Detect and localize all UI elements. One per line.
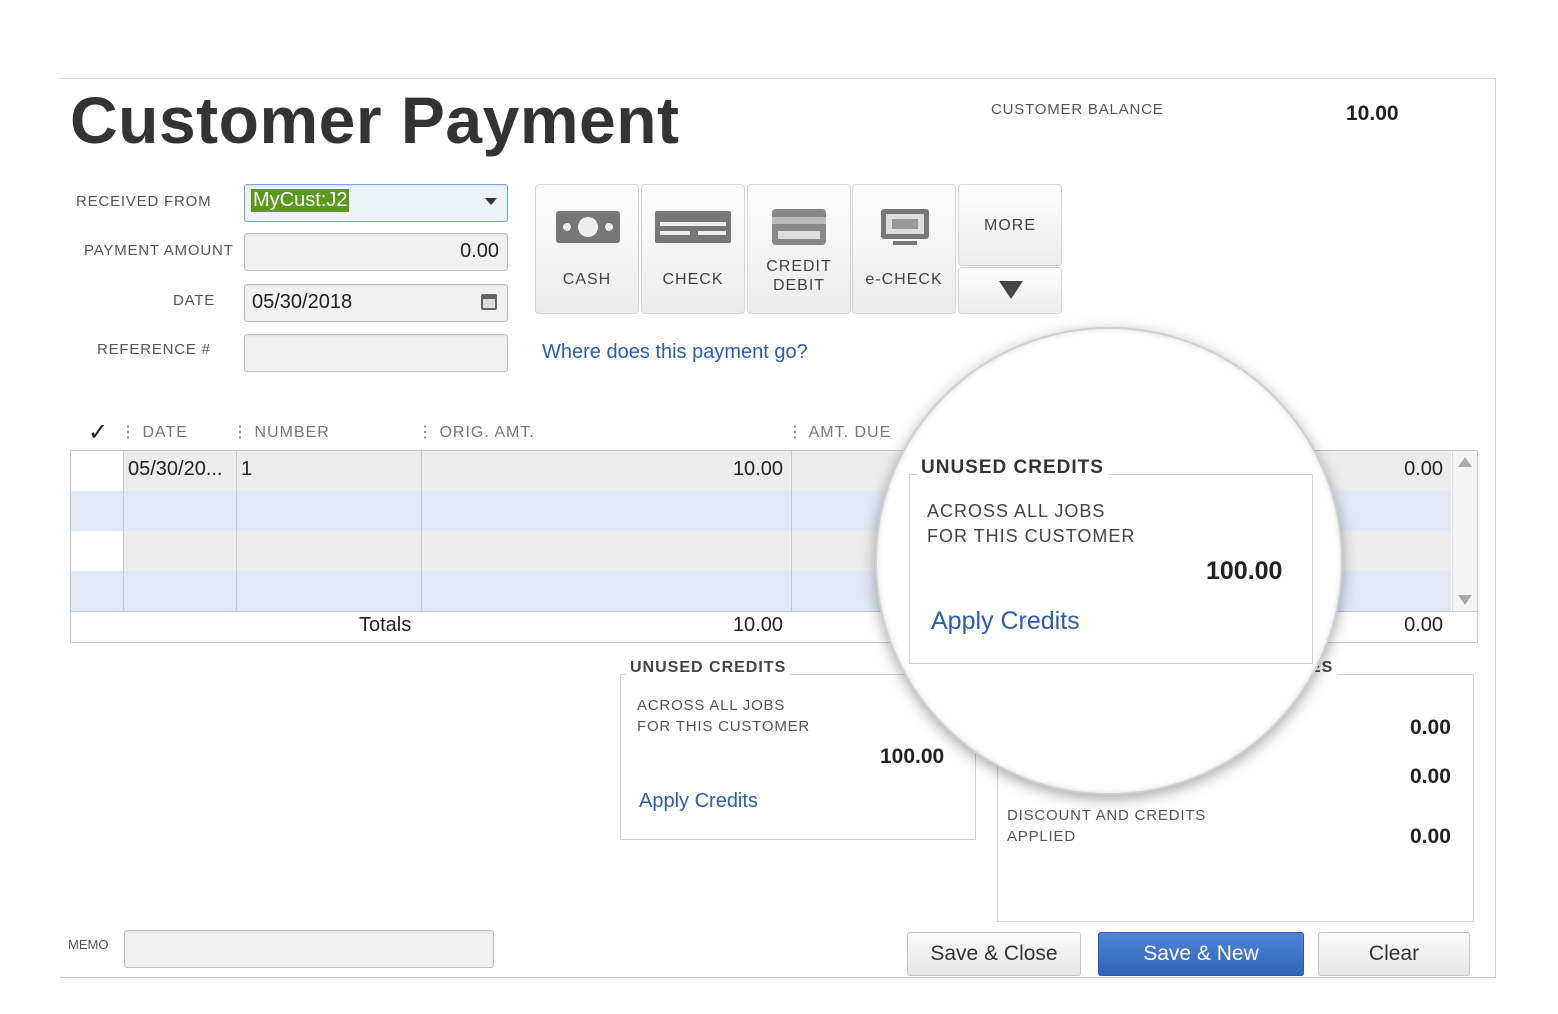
- more-button[interactable]: MORE: [958, 184, 1062, 266]
- memo-field[interactable]: [124, 930, 494, 968]
- memo-label: MEMO: [68, 937, 109, 952]
- discount-credits-label-1: DISCOUNT AND CREDITS: [1007, 807, 1207, 824]
- page-title: Customer Payment: [70, 83, 680, 157]
- reference-label: REFERENCE #: [97, 341, 211, 358]
- magnifier-callout: UNUSED CREDITS ACROSS ALL JOBS FOR THIS …: [875, 327, 1343, 795]
- received-from-label: RECEIVED FROM: [76, 193, 212, 210]
- cash-button[interactable]: CASH: [535, 184, 639, 314]
- magnified-line1: ACROSS ALL JOBS: [927, 501, 1106, 521]
- discount-credits-label-2: APPLIED: [1007, 828, 1076, 845]
- orig-amt-header-label: ORIG. AMT.: [439, 424, 535, 441]
- payment-amount-field[interactable]: 0.00: [244, 233, 508, 271]
- reference-field[interactable]: [244, 334, 508, 372]
- amt-due-column-header[interactable]: ⋮ AMT. DUE: [787, 422, 891, 442]
- credit-card-icon: [772, 209, 826, 245]
- cash-icon: [556, 211, 620, 243]
- check-label: CHECK: [662, 271, 724, 288]
- save-new-button[interactable]: Save & New: [1098, 932, 1304, 976]
- payment-amount-value: 0.00: [460, 240, 499, 262]
- amt-due-header-label: AMT. DUE: [808, 424, 892, 441]
- date-field[interactable]: 05/30/2018: [244, 284, 508, 322]
- row-checkbox-cell[interactable]: [71, 531, 123, 571]
- received-from-dropdown[interactable]: MyCust:J2: [244, 184, 508, 222]
- cash-label: CASH: [562, 271, 612, 288]
- echeck-button[interactable]: e-CHECK: [852, 184, 956, 314]
- clear-button[interactable]: Clear: [1318, 932, 1470, 976]
- triangle-down-icon: [999, 281, 1023, 299]
- magnified-amount: 100.00: [1206, 557, 1283, 585]
- scroll-down-icon[interactable]: [1458, 595, 1472, 605]
- number-column-header[interactable]: ⋮ NUMBER: [232, 422, 330, 442]
- table-scrollbar[interactable]: [1452, 451, 1477, 611]
- more-dropdown-button[interactable]: [958, 267, 1062, 314]
- where-does-payment-go-link[interactable]: Where does this payment go?: [542, 341, 808, 364]
- discount-credits-value: 0.00: [1410, 825, 1451, 848]
- credit-debit-button[interactable]: CREDIT DEBIT: [747, 184, 851, 314]
- date-value: 05/30/2018: [252, 291, 353, 313]
- magnified-unused-credits-title: UNUSED CREDITS: [917, 457, 1108, 479]
- echeck-icon: [881, 209, 929, 245]
- unused-credits-title: UNUSED CREDITS: [626, 659, 791, 677]
- check-column-header[interactable]: ✓: [88, 418, 108, 447]
- save-close-button[interactable]: Save & Close: [907, 932, 1081, 976]
- totals-payment: 0.00: [1404, 614, 1443, 636]
- row-payment: 0.00: [1404, 458, 1443, 480]
- row-number: 1: [241, 458, 253, 480]
- check-icon: [655, 211, 731, 243]
- received-from-value: MyCust:J2: [251, 189, 350, 212]
- number-header-label: NUMBER: [254, 424, 330, 441]
- customer-balance-label: CUSTOMER BALANCE: [991, 101, 1164, 118]
- row-orig-amt: 10.00: [732, 458, 783, 480]
- echeck-label: e-CHECK: [865, 271, 943, 288]
- orig-amt-column-header[interactable]: ⋮ ORIG. AMT.: [417, 422, 535, 442]
- unused-credits-line1: ACROSS ALL JOBS: [637, 697, 786, 714]
- magnified-apply-credits-link[interactable]: Apply Credits: [931, 607, 1080, 636]
- check-button[interactable]: CHECK: [641, 184, 745, 314]
- date-label: DATE: [173, 292, 216, 309]
- chevron-down-icon[interactable]: [485, 198, 497, 205]
- customer-balance-value: 10.00: [1346, 102, 1399, 125]
- more-label: MORE: [984, 217, 1036, 234]
- totals-label: Totals: [359, 614, 412, 636]
- unused-credits-line2: FOR THIS CUSTOMER: [637, 718, 811, 735]
- summary-value-1: 0.00: [1410, 716, 1451, 739]
- summary-value-2: 0.00: [1410, 765, 1451, 788]
- scroll-up-icon[interactable]: [1458, 457, 1472, 467]
- magnified-line2: FOR THIS CUSTOMER: [927, 526, 1136, 546]
- row-checkbox-cell[interactable]: [71, 451, 123, 491]
- date-header-label: DATE: [142, 424, 188, 441]
- totals-orig-amt: 10.00: [732, 614, 783, 636]
- apply-credits-link[interactable]: Apply Credits: [639, 790, 758, 813]
- payment-amount-label: PAYMENT AMOUNT: [84, 242, 234, 259]
- credit-debit-label: CREDIT DEBIT: [766, 258, 832, 294]
- date-column-header[interactable]: ⋮ DATE: [120, 422, 188, 442]
- unused-credits-amount: 100.00: [880, 745, 945, 768]
- calendar-icon[interactable]: [481, 294, 497, 310]
- row-date: 05/30/20...: [128, 458, 223, 480]
